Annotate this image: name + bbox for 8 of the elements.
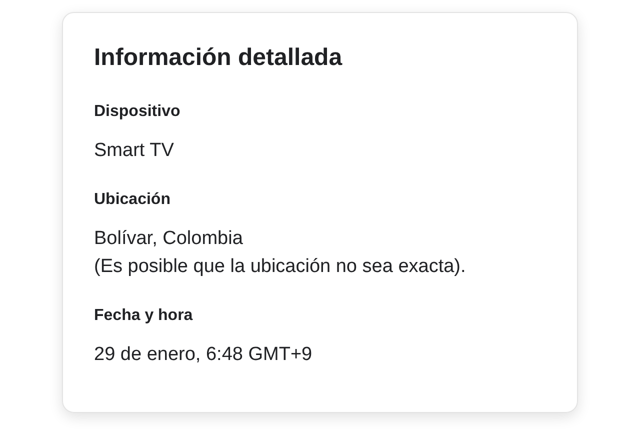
field-value: 29 de enero, 6:48 GMT+9 bbox=[94, 343, 314, 367]
field-value: (Es posible que la ubicación no sea exacta). bbox=[94, 255, 467, 279]
field-value: Bolívar, Colombia bbox=[94, 227, 244, 251]
field-label: Fecha y hora bbox=[94, 306, 194, 326]
field-label: Ubicación bbox=[94, 190, 172, 210]
card-title: Información detallada bbox=[94, 43, 344, 73]
field-label: Dispositivo bbox=[94, 102, 182, 122]
field-value: Smart TV bbox=[94, 139, 175, 163]
